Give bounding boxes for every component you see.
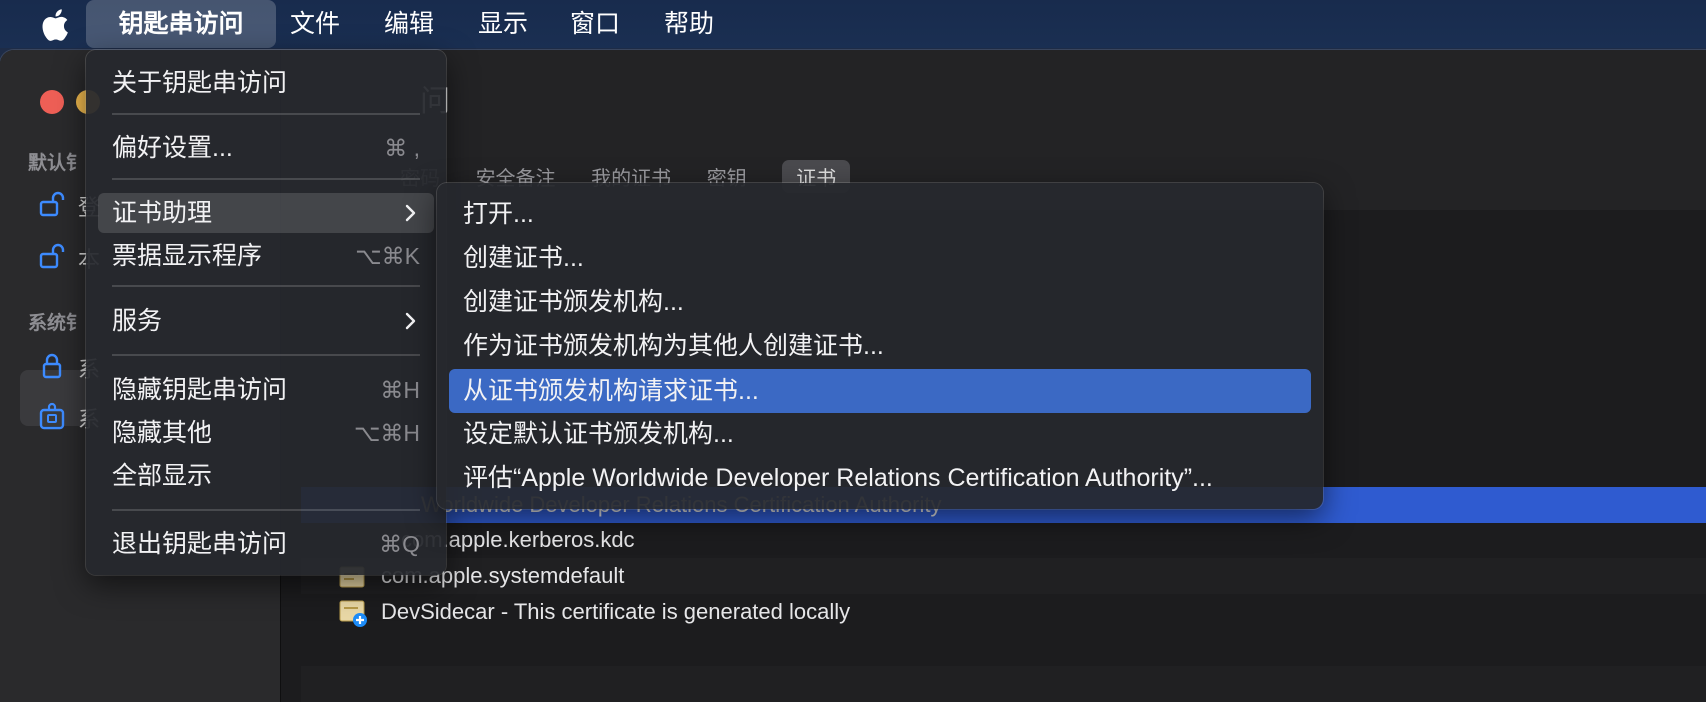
shortcut-label: ⌘Q [379, 531, 420, 557]
row-label: DevSidecar - This certificate is generat… [381, 599, 851, 624]
menubar-edit[interactable]: 编辑 [370, 0, 448, 48]
apple-logo-icon[interactable] [38, 8, 72, 42]
menu-item-label: 设定默认证书颁发机构... [463, 420, 734, 448]
certificate-plus-icon [339, 600, 367, 627]
menu-item-hide-app[interactable]: 隐藏钥匙串访问 ⌘H [98, 370, 434, 410]
menubar-file[interactable]: 文件 [276, 0, 354, 48]
menu-item-services[interactable]: 服务 [98, 301, 434, 341]
close-window-button[interactable] [40, 90, 64, 114]
menubar-view[interactable]: 显示 [464, 0, 542, 48]
menu-item-label: 隐藏钥匙串访问 [112, 376, 288, 404]
menu-item-label: 全部显示 [112, 462, 213, 490]
menu-item-label: 打开... [463, 200, 534, 228]
submenu-item-create-ca[interactable]: 创建证书颁发机构... [449, 282, 1311, 322]
submenu-item-create-certificate[interactable]: 创建证书... [449, 238, 1311, 278]
menu-item-label: 服务 [112, 307, 163, 335]
menu-item-label: 偏好设置... [112, 134, 233, 162]
menu-item-label: 创建证书... [463, 244, 584, 272]
menubar-app-menu[interactable]: 钥匙串访问 [86, 0, 276, 48]
menu-item-label: 创建证书颁发机构... [463, 288, 684, 316]
menu-item-label: 从证书颁发机构请求证书... [463, 377, 759, 405]
menu-bar: 钥匙串访问 文件 编辑 显示 窗口 帮助 [0, 0, 1706, 48]
menu-item-certificate-assistant[interactable]: 证书助理 [98, 193, 434, 233]
menu-item-show-all[interactable]: 全部显示 [98, 456, 434, 496]
shortcut-label: ⌥⌘K [355, 243, 420, 269]
menu-item-label: 关于钥匙串访问 [112, 69, 288, 97]
empty-row [301, 666, 1706, 702]
menu-separator [112, 178, 420, 180]
menu-item-quit[interactable]: 退出钥匙串访问 ⌘Q [98, 524, 434, 564]
lock-icon [38, 352, 66, 380]
shortcut-label: ⌘ , [384, 135, 420, 161]
menu-item-label: 评估“Apple Worldwide Developer Relations C… [463, 464, 1213, 492]
menu-item-label: 作为证书颁发机构为其他人创建证书... [463, 332, 884, 360]
submenu-item-request-from-ca[interactable]: 从证书颁发机构请求证书... [449, 369, 1311, 413]
chevron-right-icon [400, 311, 420, 331]
table-row[interactable]: DevSidecar - This certificate is generat… [301, 594, 1706, 630]
unlocked-icon [38, 242, 66, 270]
submenu-item-set-default-ca[interactable]: 设定默认证书颁发机构... [449, 414, 1311, 454]
sidebar-section-system: 系统钅 [28, 313, 86, 334]
menu-separator [112, 354, 420, 356]
keychain-cabinet-icon [38, 402, 66, 430]
submenu-item-evaluate[interactable]: 评估“Apple Worldwide Developer Relations C… [449, 458, 1311, 498]
menu-item-label: 证书助理 [112, 199, 213, 227]
unlocked-icon [38, 190, 66, 218]
menu-separator [112, 285, 420, 287]
menu-item-ticket-viewer[interactable]: 票据显示程序 ⌥⌘K [98, 236, 434, 276]
table-row[interactable]: com.apple.kerberos.kdc [301, 522, 1706, 558]
submenu-item-create-for-others[interactable]: 作为证书颁发机构为其他人创建证书... [449, 326, 1311, 366]
menu-item-label: 票据显示程序 [112, 242, 263, 270]
menu-item-label: 隐藏其他 [112, 419, 213, 447]
menu-separator [112, 509, 420, 511]
menu-item-label: 退出钥匙串访问 [112, 530, 288, 558]
menu-item-preferences[interactable]: 偏好设置... ⌘ , [98, 128, 434, 168]
shortcut-label: ⌘H [380, 377, 420, 403]
menubar-help[interactable]: 帮助 [650, 0, 728, 48]
sidebar-section-default: 默认钅 [28, 153, 86, 174]
certificate-assistant-submenu: 打开... 创建证书... 创建证书颁发机构... 作为证书颁发机构为其他人创建… [437, 183, 1323, 509]
menu-item-about[interactable]: 关于钥匙串访问 [98, 63, 434, 103]
table-row[interactable]: com.apple.systemdefault [301, 558, 1706, 594]
keychain-access-menu: 关于钥匙串访问 偏好设置... ⌘ , 证书助理 票据显示程序 ⌥⌘K 服务 隐… [86, 50, 446, 575]
chevron-right-icon [400, 203, 420, 223]
submenu-item-open[interactable]: 打开... [449, 194, 1311, 234]
menu-separator [112, 113, 420, 115]
menubar-window[interactable]: 窗口 [556, 0, 634, 48]
shortcut-label: ⌥⌘H [353, 420, 420, 446]
menu-item-hide-others[interactable]: 隐藏其他 ⌥⌘H [98, 413, 434, 453]
